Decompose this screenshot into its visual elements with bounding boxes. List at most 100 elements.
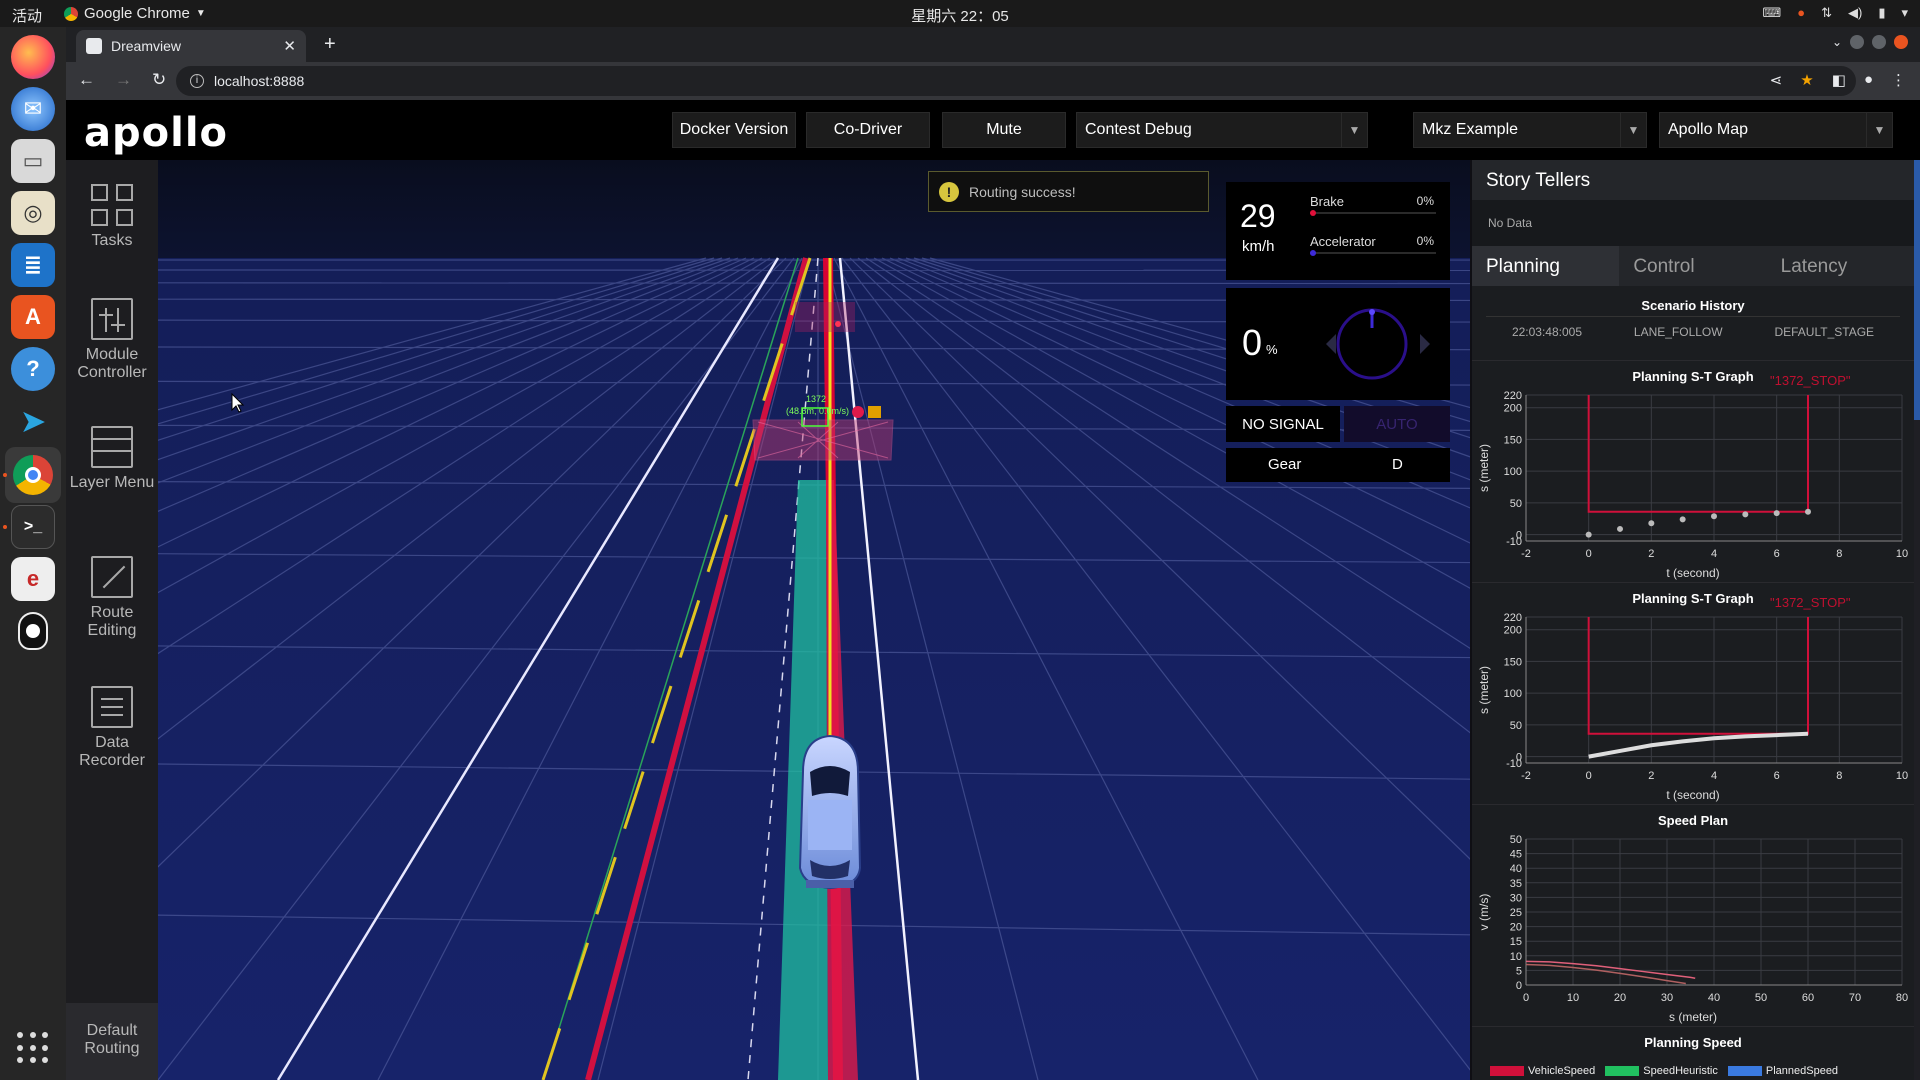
minimize-button[interactable] xyxy=(1850,35,1864,49)
series-line xyxy=(1588,731,1809,759)
system-menu-chevron-icon[interactable]: ▾ xyxy=(1901,5,1908,21)
share-icon[interactable]: ⋖ xyxy=(1770,71,1783,89)
writer-icon[interactable]: ≣ xyxy=(11,243,55,287)
vehicle-select-value: Mkz Example xyxy=(1422,121,1519,138)
profile-icon[interactable]: ● xyxy=(1864,71,1873,89)
battery-icon[interactable]: ▮ xyxy=(1878,5,1885,21)
tab-planning[interactable]: Planning xyxy=(1472,246,1620,286)
stop-sign-icon xyxy=(852,406,864,418)
vehicle-select[interactable]: Mkz Example ▼ xyxy=(1413,112,1647,148)
qq-icon[interactable] xyxy=(11,609,55,653)
st-graph-1-chart: Planning S-T Graph "1372_STOP"-2 0 2 4 6 8 10-1… xyxy=(1477,369,1908,580)
tab-latency[interactable]: Latency xyxy=(1767,246,1914,286)
volume-icon[interactable]: ◀) xyxy=(1848,5,1862,21)
back-icon[interactable]: ← xyxy=(78,70,95,90)
ego-vehicle xyxy=(798,734,862,890)
maximize-button[interactable] xyxy=(1872,35,1886,49)
dreamview-favicon-icon xyxy=(86,38,102,54)
y-axis-label: s (meter) xyxy=(1477,444,1491,492)
address-bar[interactable]: i localhost:8888 xyxy=(176,66,1856,96)
menu-item-module-controller[interactable]: Module Controller xyxy=(66,298,158,382)
close-tab-icon[interactable]: ✕ xyxy=(283,37,296,55)
chrome-icon[interactable] xyxy=(5,447,61,503)
clock[interactable]: 星期六 22：05 xyxy=(0,5,1920,26)
firefox-icon[interactable] xyxy=(11,35,55,79)
thunderbird-icon[interactable]: ✉ xyxy=(11,87,55,131)
site-info-icon[interactable]: i xyxy=(190,74,204,88)
software-center-icon[interactable]: A xyxy=(11,295,55,339)
x-tick-label: 20 xyxy=(1614,992,1626,1004)
x-axis-label: t (second) xyxy=(1666,566,1719,580)
x-tick-label: 10 xyxy=(1896,548,1908,560)
data-point xyxy=(1617,525,1623,532)
st-graph-2-chart: Planning S-T Graph "1372_STOP"-2 0 2 4 6 8 10-1… xyxy=(1477,591,1908,802)
keyboard-icon[interactable]: ⌨ xyxy=(1762,5,1781,21)
chevron-down-icon[interactable]: ▼ xyxy=(1620,113,1646,147)
menu-item-route-editing[interactable]: Route Editing xyxy=(66,556,158,640)
rhythmbox-icon[interactable]: ◎ xyxy=(11,191,55,235)
data-point xyxy=(1773,510,1780,517)
forward-icon[interactable]: → xyxy=(115,70,132,90)
menu-item-layer-menu[interactable]: Layer Menu xyxy=(66,426,158,492)
menu-label: Module Controller xyxy=(77,346,147,381)
y-tick-label: 200 xyxy=(1504,403,1522,415)
x-axis-label: s (meter) xyxy=(1669,1010,1717,1024)
data-point xyxy=(1679,516,1686,523)
y-tick-label: 35 xyxy=(1510,878,1522,890)
terminal-icon[interactable]: >_ xyxy=(11,505,55,549)
help-icon[interactable]: ? xyxy=(11,347,55,391)
files-icon[interactable]: ▭ xyxy=(11,139,55,183)
chevron-down-icon[interactable]: ▼ xyxy=(1866,113,1892,147)
data-recorder-icon xyxy=(91,686,133,728)
scrollbar-thumb[interactable] xyxy=(1914,160,1920,420)
chevron-down-icon[interactable]: ▼ xyxy=(1341,113,1367,147)
bookmark-star-icon[interactable]: ★ xyxy=(1800,71,1813,89)
docker-version-button[interactable]: Docker Version xyxy=(672,112,796,148)
reload-icon[interactable]: ↻ xyxy=(152,70,166,90)
menu-item-data-recorder[interactable]: Data Recorder xyxy=(66,686,158,770)
co-driver-button[interactable]: Co-Driver xyxy=(806,112,930,148)
mode-select[interactable]: Contest Debug ▼ xyxy=(1076,112,1368,148)
browser-tab[interactable]: Dreamview ✕ xyxy=(76,30,306,62)
url-text: localhost:8888 xyxy=(214,73,305,89)
menu-label: Tasks xyxy=(91,232,133,249)
show-applications-icon[interactable] xyxy=(17,1032,49,1064)
y-axis-label: v (m/s) xyxy=(1477,894,1491,931)
tab-control[interactable]: Control xyxy=(1619,246,1766,286)
x-tick-label: 0 xyxy=(1523,992,1529,1004)
viewer-icon[interactable]: e xyxy=(11,557,55,601)
routing-notification: ! Routing success! xyxy=(928,171,1209,212)
obstacle-id: 1372 xyxy=(806,394,826,404)
y-tick-label: 150 xyxy=(1504,656,1522,668)
steering-wheel-icon xyxy=(1326,308,1430,380)
scenario-type: LANE_FOLLOW xyxy=(1633,324,1723,339)
close-window-button[interactable] xyxy=(1894,35,1908,49)
default-routing-button[interactable]: Default Routing xyxy=(66,1003,158,1080)
x-tick-label: 2 xyxy=(1648,548,1654,560)
panel-tabs: Planning Control Latency xyxy=(1472,246,1914,286)
tasks-icon xyxy=(91,184,133,226)
new-tab-button[interactable]: + xyxy=(324,33,336,56)
network-icon[interactable]: ⇅ xyxy=(1821,5,1832,21)
telegram-icon[interactable]: ➤ xyxy=(11,399,55,443)
x-tick-label: 70 xyxy=(1849,992,1861,1004)
browser-menu-icon[interactable]: ⋮ xyxy=(1891,71,1906,89)
notification-dot-icon[interactable]: ● xyxy=(1797,5,1805,21)
right-panel-scrollbar[interactable] xyxy=(1914,160,1920,1080)
system-tray[interactable]: ⌨ ● ⇅ ◀) ▮ ▾ xyxy=(1762,5,1908,21)
x-tick-label: 6 xyxy=(1774,548,1780,560)
mute-button[interactable]: Mute xyxy=(942,112,1066,148)
planning-speed-title: Planning Speed xyxy=(1644,1035,1742,1050)
driving-mode-indicator: AUTO xyxy=(1344,406,1450,442)
side-panel-icon[interactable]: ◧ xyxy=(1832,71,1846,89)
y-tick-label: 5 xyxy=(1516,965,1522,977)
tab-search-icon[interactable]: ⌄ xyxy=(1832,35,1842,49)
speed-panel: 29 km/h Brake 0% Accelerator 0% xyxy=(1226,182,1450,280)
x-tick-label: 10 xyxy=(1567,992,1579,1004)
side-menu: Tasks Module Controller Layer Menu Route… xyxy=(66,160,158,1080)
legend-swatch xyxy=(1727,1066,1762,1076)
story-tellers-title: Story Tellers xyxy=(1472,160,1914,200)
map-select[interactable]: Apollo Map ▼ xyxy=(1659,112,1893,148)
running-indicator xyxy=(3,473,7,477)
menu-item-tasks[interactable]: Tasks xyxy=(66,184,158,250)
